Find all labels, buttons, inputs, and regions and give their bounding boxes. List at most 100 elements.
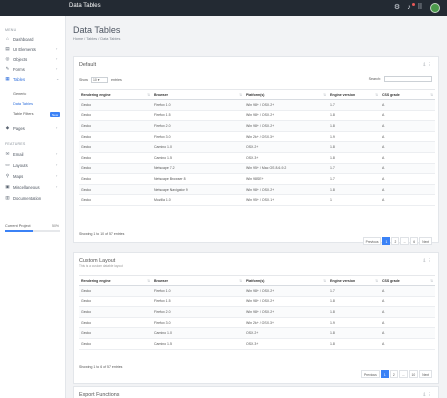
sort-icon[interactable]: ⇅ [147, 279, 150, 283]
table-cell: A [380, 120, 435, 132]
pagination-page[interactable]: 6 [410, 237, 419, 245]
chevron-right-icon: › [56, 66, 58, 71]
sidebar-item-objects[interactable]: ◎ Objects › [0, 54, 65, 63]
sort-icon[interactable]: ⇅ [375, 93, 378, 97]
entries-select[interactable]: 10 ▾ [91, 77, 108, 83]
layers-icon: ▤ [5, 46, 10, 51]
pagination-page[interactable]: 10 [408, 370, 419, 378]
map-pin-icon: ⚲ [5, 173, 10, 178]
sort-icon[interactable]: ⇅ [375, 279, 378, 283]
table-cell: OSX.2+ [244, 141, 328, 153]
avatar[interactable] [430, 3, 440, 13]
column-header[interactable]: Engine version ⇅ [328, 89, 380, 100]
pagination-page[interactable]: 2 [391, 237, 400, 245]
table-cell: Gecko [79, 163, 152, 175]
table-row: Gecko Firefox 2.0 Win 98+ / OSX.2+ 1.8 A [79, 120, 435, 132]
sidebar-item-dashboard[interactable]: ⌂ Dashboard [0, 34, 65, 43]
pagination-next[interactable]: Next [419, 370, 432, 378]
search-input[interactable] [384, 76, 432, 82]
table-cell: OSX.3+ [244, 152, 328, 164]
table-row: Gecko Firefox 2.0 Win 98+ / OSX.2+ 1.8 A [79, 306, 435, 318]
table-cell: 1.8 [328, 110, 380, 122]
table-cell: Win 2k+ / OSX.3+ [244, 131, 328, 143]
sort-icon[interactable]: ⇅ [323, 279, 326, 283]
pagination-page[interactable]: 1 [380, 370, 389, 378]
card-tools[interactable]: ⇩ ⋮ [422, 258, 432, 264]
column-header-label: Rendering engine [81, 92, 111, 97]
sidebar-subitem-generic[interactable]: Generic [13, 92, 26, 96]
current-project-label: Current Project [5, 224, 31, 228]
sort-icon[interactable]: ⇅ [430, 93, 433, 97]
sidebar-subitem-data-tables[interactable]: Data Tables [13, 102, 33, 106]
sidebar-section-features: FEATURES [5, 142, 26, 146]
table-cell: A [380, 110, 435, 122]
table-icon: ▦ [5, 76, 10, 81]
column-header-label: CSS grade [382, 92, 400, 97]
sidebar-item-layouts[interactable]: ▭ Layouts › [0, 160, 65, 169]
download-icon[interactable]: ⇩ ⋮ [422, 258, 432, 263]
layout-icon: ▭ [5, 162, 10, 167]
table-cell: A [380, 131, 435, 143]
app-title: Data Tables [69, 3, 101, 9]
pagination-previous[interactable]: Previous [362, 237, 382, 245]
table-cell: Win 2k+ / OSX.3+ [244, 317, 328, 329]
table-cell: Firefox 1.5 [152, 296, 244, 308]
new-badge: New [50, 112, 61, 117]
table-row: Gecko Camino 1.5 OSX.3+ 1.8 A [79, 338, 435, 350]
sidebar-item-pages[interactable]: ◆ Pages › [0, 123, 65, 132]
pagination-next[interactable]: Next [419, 237, 432, 245]
card-tools[interactable]: ⇩ ⋮ [422, 62, 432, 68]
table-cell: Gecko [79, 194, 152, 206]
table-cell: 1.8 [328, 184, 380, 196]
pagination-previous[interactable]: Previous [360, 370, 380, 378]
column-header[interactable]: Platform(s) ⇅ [244, 89, 328, 100]
card-tools[interactable]: ⇩ ⋮ [422, 392, 432, 398]
sidebar-item-maps[interactable]: ⚲ Maps › [0, 171, 65, 180]
grid-icon[interactable]: ⠿ [416, 4, 424, 12]
sidebar-subitem-table-filters[interactable]: Table Filters [13, 112, 33, 116]
chevron-right-icon: › [56, 173, 58, 178]
sort-icon[interactable]: ⇅ [239, 279, 242, 283]
sort-icon[interactable]: ⇅ [323, 93, 326, 97]
column-header[interactable]: CSS grade ⇅ [380, 89, 435, 100]
table-cell: Netscape Browser 8 [152, 173, 244, 185]
sidebar-item-tables[interactable]: ▦ Tables ⌄ [0, 74, 65, 83]
table-cell: A [380, 296, 435, 308]
table-cell: A [380, 184, 435, 196]
table-cell: Gecko [79, 296, 152, 308]
download-icon[interactable]: ⇩ ⋮ [422, 62, 432, 67]
sidebar-item-label: Miscellaneous [13, 184, 40, 190]
column-header[interactable]: Rendering engine ⇅ [79, 275, 152, 286]
column-header[interactable]: Platform(s) ⇅ [244, 275, 328, 286]
sidebar-item-documentation[interactable]: ▥ Documentation [0, 193, 65, 202]
sidebar-item-miscellaneous[interactable]: ▣ Miscellaneous › [0, 182, 65, 191]
column-header[interactable]: Browser ⇅ [152, 89, 244, 100]
current-project-progress [5, 230, 60, 232]
pagination-page[interactable]: 2 [389, 370, 398, 378]
gear-icon[interactable]: ⚙ [393, 4, 401, 12]
mail-icon: ✉ [5, 151, 10, 156]
column-header[interactable]: Engine version ⇅ [328, 275, 380, 286]
sort-icon[interactable]: ⇅ [147, 93, 150, 97]
sidebar-item-ui-elements[interactable]: ▤ UI Elements › [0, 44, 65, 53]
sidebar-item-email[interactable]: ✉ Email › [0, 149, 65, 158]
table-cell: Gecko [79, 141, 152, 153]
pagination-page[interactable]: 1 [382, 237, 391, 245]
sort-icon[interactable]: ⇅ [430, 279, 433, 283]
column-header[interactable]: CSS grade ⇅ [380, 275, 435, 286]
column-header-label: Platform(s) [246, 278, 265, 283]
sidebar-item-label: Forms [13, 66, 25, 72]
table-cell: A [380, 285, 435, 297]
table-cell: Gecko [79, 317, 152, 329]
column-header[interactable]: Rendering engine ⇅ [79, 89, 152, 100]
home-icon: ⌂ [6, 36, 9, 41]
table-cell: Gecko [79, 306, 152, 318]
circle-icon: ◎ [5, 56, 10, 61]
sidebar-item-forms[interactable]: ✎ Forms › [0, 64, 65, 73]
column-header[interactable]: Browser ⇅ [152, 275, 244, 286]
sort-icon[interactable]: ⇅ [239, 93, 242, 97]
chevron-right-icon: › [56, 162, 58, 167]
download-icon[interactable]: ⇩ ⋮ [422, 392, 432, 397]
table-cell: Win 98+ / OSX.2+ [244, 285, 328, 297]
current-project-percent: 50% [52, 224, 60, 228]
